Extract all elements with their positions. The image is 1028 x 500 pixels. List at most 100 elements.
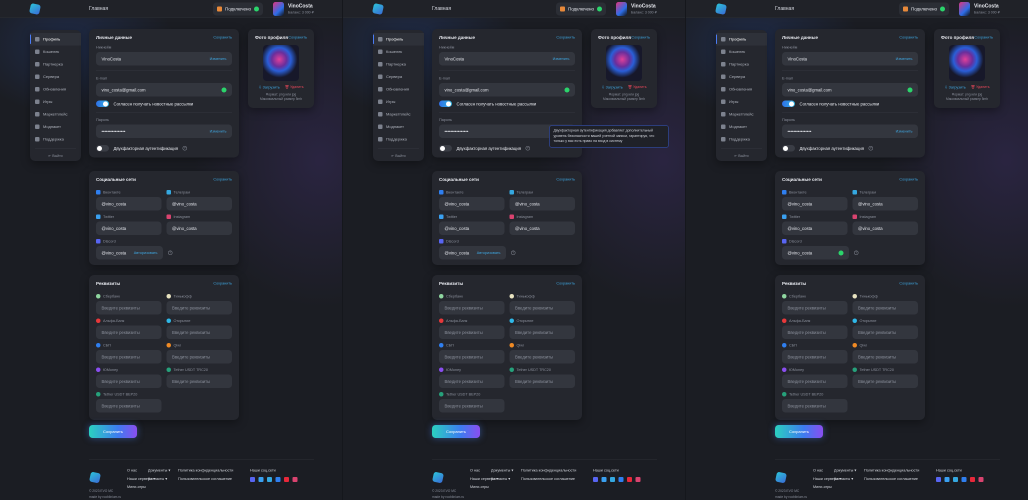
connection-badge[interactable]: Подключено: [899, 2, 949, 16]
requisite-input[interactable]: Введите реквизиты: [439, 301, 505, 315]
footer-link[interactable]: Документы ▾: [834, 467, 856, 475]
social-link-icon[interactable]: [618, 476, 624, 482]
save-link[interactable]: Сохранить: [899, 177, 918, 182]
authorize-discord-button[interactable]: Авторизовать: [477, 251, 501, 256]
social-link-icon[interactable]: [601, 476, 607, 482]
social-input[interactable]: @vino_costa: [439, 221, 505, 235]
newsletter-toggle[interactable]: [782, 100, 795, 107]
logout-button[interactable]: ⇤ Выйти: [30, 151, 81, 159]
requisite-input[interactable]: Введите реквизиты: [782, 350, 848, 364]
social-input[interactable]: @vino_costa: [852, 197, 918, 211]
requisite-input[interactable]: Введите реквизиты: [166, 325, 232, 339]
save-button[interactable]: Сохранить: [775, 425, 823, 438]
social-link-icon[interactable]: [978, 476, 984, 482]
requisite-input[interactable]: Введите реквизиты: [852, 350, 918, 364]
sidebar-item[interactable]: Модпакет: [716, 121, 767, 134]
social-link-icon[interactable]: [970, 476, 975, 482]
delete-button[interactable]: 🗑 Удалить: [971, 85, 990, 90]
footer-link[interactable]: Контакты ▾: [834, 475, 856, 483]
social-link-icon[interactable]: [635, 476, 641, 482]
sidebar-item[interactable]: Маркетплейс: [373, 108, 424, 121]
change-password-link[interactable]: Изменить: [896, 129, 913, 134]
save-link[interactable]: Сохранить: [556, 281, 575, 286]
social-input[interactable]: @vino_costa: [166, 197, 232, 211]
nickname-input[interactable]: VinoCosta Изменить: [96, 52, 232, 66]
footer-link[interactable]: Мини-игры: [813, 483, 841, 491]
footer-link[interactable]: Мини-игры: [470, 483, 498, 491]
email-input[interactable]: vino_costa@gmail.com: [439, 83, 575, 97]
save-link[interactable]: Сохранить: [213, 177, 232, 182]
requisite-input[interactable]: Введите реквизиты: [439, 399, 505, 413]
nav-home-link[interactable]: Главная: [775, 6, 794, 12]
delete-button[interactable]: 🗑 Удалить: [628, 85, 647, 90]
help-icon[interactable]: ?: [182, 146, 187, 151]
social-link-icon[interactable]: [258, 476, 264, 482]
upload-button[interactable]: ⇩ Загрузить: [944, 85, 965, 90]
save-link[interactable]: Сохранить: [213, 281, 232, 286]
sidebar-item[interactable]: Поддержка: [30, 133, 81, 146]
social-link-icon[interactable]: [953, 476, 958, 482]
sidebar-item[interactable]: Поддержка: [373, 133, 424, 146]
requisite-input[interactable]: Введите реквизиты: [509, 350, 575, 364]
requisite-input[interactable]: Введите реквизиты: [166, 301, 232, 315]
sidebar-item[interactable]: Сервера: [373, 71, 424, 84]
change-nickname-link[interactable]: Изменить: [896, 57, 913, 62]
footer-link[interactable]: Политика конфиденциальности: [178, 467, 233, 475]
social-link-icon[interactable]: [936, 476, 941, 482]
change-nickname-link[interactable]: Изменить: [210, 57, 227, 62]
social-link-icon[interactable]: [250, 476, 255, 482]
footer-link[interactable]: Пользовательское соглашение: [178, 475, 233, 483]
sidebar-item[interactable]: Модпакет: [30, 121, 81, 134]
upload-button[interactable]: ⇩ Загрузить: [258, 85, 279, 90]
nickname-input[interactable]: VinoCosta Изменить: [782, 52, 918, 66]
save-link[interactable]: Сохранить: [556, 35, 575, 40]
sidebar-item[interactable]: Обновления: [30, 83, 81, 96]
footer-link[interactable]: Политика конфиденциальности: [521, 467, 576, 475]
social-input[interactable]: @vino_costa Авторизовать: [96, 246, 163, 260]
social-input[interactable]: @vino_costa: [96, 221, 162, 235]
footer-logo-icon[interactable]: [775, 471, 787, 484]
requisite-input[interactable]: Введите реквизиты: [96, 399, 162, 413]
footer-link[interactable]: Документы ▾: [148, 467, 170, 475]
requisite-input[interactable]: Введите реквизиты: [166, 374, 232, 388]
save-link[interactable]: Сохранить: [974, 35, 993, 40]
social-link-icon[interactable]: [292, 476, 298, 482]
footer-link[interactable]: Политика конфиденциальности: [864, 467, 919, 475]
social-link-icon[interactable]: [593, 476, 598, 482]
footer-logo-icon[interactable]: [432, 471, 444, 484]
social-link-icon[interactable]: [275, 476, 281, 482]
sidebar-item[interactable]: Партнерка: [716, 58, 767, 71]
requisite-input[interactable]: Введите реквизиты: [509, 374, 575, 388]
twofa-toggle[interactable]: [96, 145, 109, 152]
logo-icon[interactable]: [715, 3, 727, 15]
logout-button[interactable]: ⇤ Выйти: [716, 151, 767, 159]
sidebar-item[interactable]: Поддержка: [716, 133, 767, 146]
sidebar-item[interactable]: Партнерка: [373, 58, 424, 71]
footer-link[interactable]: Контакты ▾: [491, 475, 513, 483]
user-menu[interactable]: VinoCosta Баланс: 3 000 ₽: [273, 2, 314, 16]
logo-icon[interactable]: [372, 3, 384, 15]
footer-link[interactable]: Контакты ▾: [148, 475, 170, 483]
help-icon[interactable]: ?: [168, 250, 173, 255]
save-link[interactable]: Сохранить: [631, 35, 650, 40]
password-input[interactable]: •••••••••••••••• Изменить: [782, 124, 918, 138]
requisite-input[interactable]: Введите реквизиты: [166, 350, 232, 364]
requisite-input[interactable]: Введите реквизиты: [96, 374, 162, 388]
requisite-input[interactable]: Введите реквизиты: [439, 374, 505, 388]
sidebar-item[interactable]: Модпакет: [373, 121, 424, 134]
save-link[interactable]: Сохранить: [213, 35, 232, 40]
email-input[interactable]: vino_costa@gmail.com: [782, 83, 918, 97]
newsletter-toggle[interactable]: [439, 100, 452, 107]
social-input[interactable]: @vino_costa: [166, 221, 232, 235]
help-icon[interactable]: ?: [868, 146, 873, 151]
delete-button[interactable]: 🗑 Удалить: [285, 85, 304, 90]
connection-badge[interactable]: Подключено: [213, 2, 263, 16]
requisite-input[interactable]: Введите реквизиты: [439, 350, 505, 364]
social-input[interactable]: @vino_costa: [782, 246, 849, 260]
logout-button[interactable]: ⇤ Выйти: [373, 151, 424, 159]
social-input[interactable]: @vino_costa: [509, 197, 575, 211]
requisite-input[interactable]: Введите реквизиты: [96, 301, 162, 315]
newsletter-toggle[interactable]: [96, 100, 109, 107]
email-input[interactable]: vino_costa@gmail.com: [96, 83, 232, 97]
save-link[interactable]: Сохранить: [899, 35, 918, 40]
